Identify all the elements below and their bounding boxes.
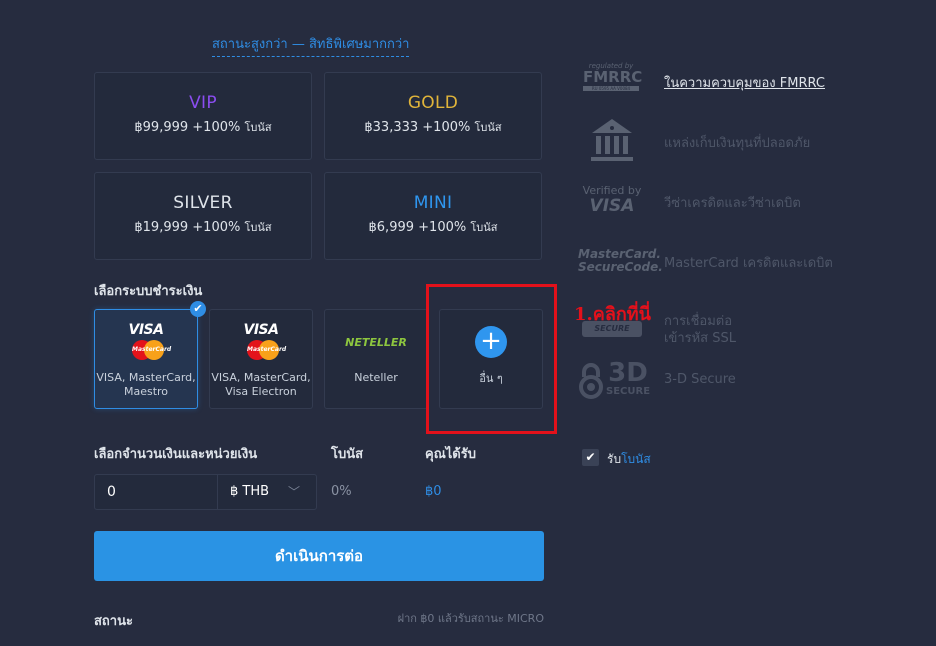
bonus-checkbox[interactable]: ✔ (582, 449, 599, 466)
amount-input[interactable]: 0 (95, 475, 217, 509)
neteller-logo-icon: NETELLER (345, 336, 407, 349)
payment-method-caption: VISA, MasterCard, Maestro (96, 371, 196, 398)
tier-name: SILVER (173, 193, 233, 213)
3d-secure-lock-icon (579, 363, 603, 403)
amount-currency-label: เลือกจำนวนเงินและหน่วยเงิน (94, 447, 258, 462)
tier-price: ฿99,999 +100% โบนัส (134, 120, 272, 135)
higher-status-link[interactable]: สถานะสูงกว่า — สิทธิพิเศษมากกว่า (212, 33, 410, 57)
status-label: สถานะ (94, 614, 133, 629)
chevron-down-icon: ﹀ (287, 485, 300, 499)
tier-price: ฿6,999 +100% โบนัส (368, 220, 498, 235)
secure-funds-text: แหล่งเก็บเงินทุนที่ปลอดภัย (664, 136, 811, 151)
3d-secure-text: 3-D Secure (664, 372, 736, 387)
tier-name: GOLD (407, 93, 459, 113)
payment-method-visa-mastercard-electron[interactable]: VISA MasterCard VISA, MasterCard, Visa El… (209, 309, 313, 409)
amount-currency-field: 0 ฿ THB ﹀ (94, 474, 317, 510)
fmrrc-logo-icon: regulated by FMRRC RU 0595 AA V0084 (583, 62, 643, 91)
tier-card-silver[interactable]: SILVER ฿19,999 +100% โบนัส (94, 172, 312, 260)
bonus-label: โบนัส (331, 447, 364, 462)
visa-logo-icon: VISA (128, 322, 164, 338)
mastercard-securecode-icon: MasterCard. SecureCode. (578, 247, 663, 274)
tier-name: VIP (189, 93, 217, 113)
selected-check-icon: ✔ (190, 301, 206, 317)
payment-method-caption: VISA, MasterCard, Visa Electron (211, 371, 311, 398)
status-hint: ฝาก ฿0 แล้วรับสถานะ MICRO (397, 612, 544, 625)
bank-icon (591, 119, 633, 167)
receive-label: คุณได้รับ (425, 447, 476, 462)
bonus-link[interactable]: โบนัส (621, 452, 651, 466)
visa-logo-icon: VISA (243, 322, 279, 338)
bonus-checkbox-label: รับโบนัส (607, 452, 651, 466)
click-here-annotation: 1.คลิกที่นี่ (574, 304, 651, 325)
visa-credit-debit-text: วีซ่าเครดิตและวีซ่าเดบิต (664, 196, 801, 211)
currency-select[interactable]: ฿ THB ﹀ (217, 475, 316, 509)
mastercard-credit-debit-text: MasterCard เครดิตและเดบิต (664, 256, 833, 271)
tier-price: ฿33,333 +100% โบนัส (364, 120, 502, 135)
currency-value: ฿ THB (230, 484, 270, 499)
payment-method-visa-mastercard-maestro[interactable]: VISA MasterCard VISA, MasterCard, Maestro (94, 309, 198, 409)
bonus-value: 0% (331, 484, 352, 499)
payment-method-caption: Neteller (354, 371, 398, 384)
fmrrc-link[interactable]: ในความควบคุมของ FMRRC (664, 72, 825, 93)
ssl-text: การเชื่อมต่อ เข้ารหัส SSL (664, 314, 736, 346)
tier-name: MINI (413, 193, 453, 213)
mastercard-logo-icon: MasterCard (132, 340, 171, 360)
tier-card-gold[interactable]: GOLD ฿33,333 +100% โบนัส (324, 72, 542, 160)
payment-method-neteller[interactable]: NETELLER Neteller (324, 309, 428, 409)
mastercard-logo-icon: MasterCard (247, 340, 286, 360)
annotation-highlight-box (426, 284, 557, 434)
tier-card-vip[interactable]: VIP ฿99,999 +100% โบนัส (94, 72, 312, 160)
3d-secure-logo: 3D SECURE (606, 358, 651, 397)
payment-method-label: เลือกระบบชำระเงิน (94, 284, 203, 299)
verified-by-visa-icon: Verified by VISA (582, 184, 642, 216)
tier-price: ฿19,999 +100% โบนัส (134, 220, 272, 235)
tier-card-mini[interactable]: MINI ฿6,999 +100% โบนัส (324, 172, 542, 260)
continue-button[interactable]: ดำเนินการต่อ (94, 531, 544, 581)
receive-value: ฿0 (425, 484, 442, 499)
